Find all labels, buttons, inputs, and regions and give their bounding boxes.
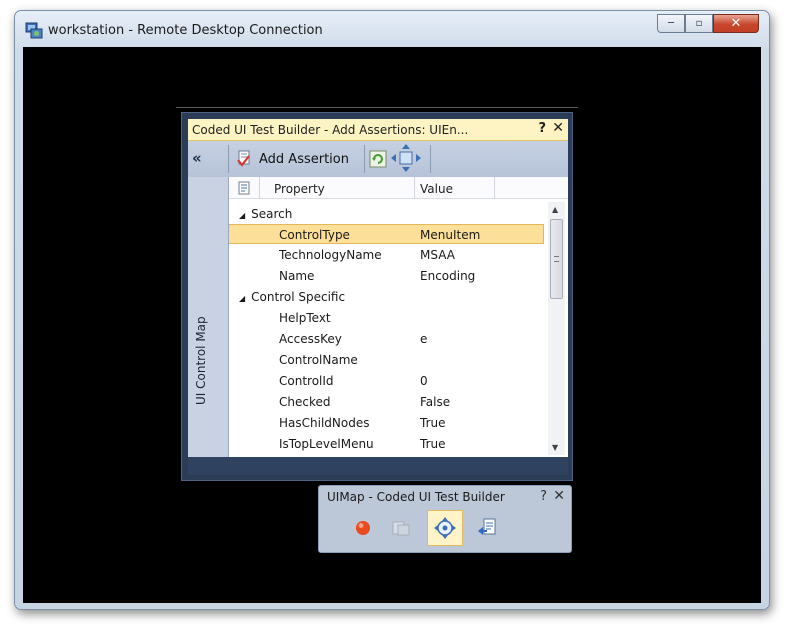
show-recorded-steps-button[interactable] <box>383 510 419 546</box>
remote-window-edge <box>176 107 578 108</box>
maximize-button[interactable]: ▫ <box>685 14 713 33</box>
property-grid: Property Value ◢ Search ControlType MenuI… <box>229 177 568 457</box>
property-name: Name <box>279 269 315 283</box>
property-name: ControlName <box>279 353 358 367</box>
property-name: HasChildNodes <box>279 416 370 430</box>
builder-title-bar[interactable]: Coded UI Test Builder - Add Assertions: … <box>188 119 568 141</box>
caption-buttons: ─ ▫ ✕ <box>657 14 759 33</box>
property-pages-icon[interactable] <box>237 181 251 195</box>
generate-code-button[interactable] <box>469 510 505 546</box>
category-label: Control Specific <box>251 290 346 304</box>
crosshair-move-icon[interactable] <box>390 143 422 173</box>
table-row[interactable]: AccessKey e <box>229 329 545 349</box>
category-header: ◢ Search <box>239 207 292 221</box>
window-title: workstation - Remote Desktop Connection <box>48 23 323 38</box>
ui-control-map-label: UI Control Map <box>194 316 208 405</box>
ui-control-map-tab[interactable]: UI Control Map <box>188 177 229 457</box>
collapse-map-button[interactable]: « <box>192 149 202 167</box>
builder-close-button[interactable]: ✕ <box>552 120 564 136</box>
help-button[interactable]: ? <box>538 121 546 136</box>
table-row[interactable]: ControlType MenuItem <box>229 224 544 244</box>
generate-code-icon <box>478 518 496 535</box>
toolbar-separator <box>430 145 431 173</box>
table-row[interactable]: HasChildNodes True <box>229 413 545 433</box>
category-row-search[interactable]: ◢ Search <box>229 204 545 224</box>
uimap-help-button[interactable]: ? <box>540 489 547 504</box>
property-value: e <box>420 332 428 346</box>
refresh-icon[interactable] <box>368 149 388 169</box>
property-name: ControlType <box>279 228 350 242</box>
column-divider <box>259 177 260 199</box>
property-name: AccessKey <box>279 332 342 346</box>
column-divider <box>494 177 495 199</box>
uimap-toolbar: UIMap - Coded UI Test Builder ? ✕ <box>318 485 572 553</box>
property-value: MenuItem <box>420 228 481 242</box>
property-name: ControlId <box>279 374 334 388</box>
property-name: IsTopLevelMenu <box>279 437 374 451</box>
column-header-value[interactable]: Value <box>420 182 453 196</box>
property-value: MSAA <box>420 248 455 262</box>
table-row[interactable]: TechnologyName MSAA <box>229 245 545 265</box>
grip-icon <box>554 256 559 262</box>
screen: workstation - Remote Desktop Connection … <box>0 0 788 630</box>
crosshair-icon <box>434 517 456 539</box>
column-header-property[interactable]: Property <box>274 182 325 196</box>
uimap-close-button[interactable]: ✕ <box>553 488 565 504</box>
property-grid-header: Property Value <box>229 177 568 199</box>
recorded-steps-icon <box>392 521 410 536</box>
uimap-title: UIMap - Coded UI Test Builder <box>327 490 505 504</box>
property-name: HelpText <box>279 311 331 325</box>
table-row[interactable]: HelpText <box>229 308 545 328</box>
category-header: ◢ Control Specific <box>239 290 345 304</box>
property-value: True <box>420 416 446 430</box>
toolbar-separator <box>364 145 365 173</box>
vertical-scrollbar[interactable]: ▲ ▼ <box>548 202 565 455</box>
property-value: Encoding <box>420 269 476 283</box>
close-button[interactable]: ✕ <box>713 14 759 33</box>
add-assertion-icon <box>237 150 250 167</box>
property-value: False <box>420 395 451 409</box>
table-row[interactable]: ControlName <box>229 350 545 370</box>
table-row[interactable]: IsTopLevelMenu True <box>229 434 545 454</box>
title-bar[interactable]: workstation - Remote Desktop Connection … <box>15 11 769 47</box>
property-value: True <box>420 437 446 451</box>
toolbar-separator <box>228 145 229 173</box>
builder-toolbar: « Add Assertion <box>188 141 568 177</box>
record-icon <box>356 521 370 535</box>
column-divider <box>414 177 415 199</box>
scrollbar-thumb[interactable] <box>550 219 563 299</box>
table-row[interactable]: Checked False <box>229 392 545 412</box>
minimize-button[interactable]: ─ <box>657 14 685 33</box>
expand-icon[interactable]: ◢ <box>239 211 245 220</box>
add-assertions-crosshair-button[interactable] <box>427 510 463 546</box>
builder-status-strip <box>188 457 568 475</box>
coded-ui-test-builder-panel: Coded UI Test Builder - Add Assertions: … <box>181 112 573 481</box>
remote-desktop-icon <box>25 22 43 39</box>
table-row[interactable]: Name Encoding <box>229 266 545 286</box>
record-button[interactable] <box>345 510 381 546</box>
expand-icon[interactable]: ◢ <box>239 294 245 303</box>
scroll-up-icon[interactable]: ▲ <box>552 205 558 214</box>
builder-title: Coded UI Test Builder - Add Assertions: … <box>192 123 469 137</box>
add-assertion-label: Add Assertion <box>259 151 349 167</box>
category-label: Search <box>251 207 293 221</box>
add-assertion-button[interactable]: Add Assertion <box>236 150 349 168</box>
category-row-control-specific[interactable]: ◢ Control Specific <box>229 287 545 307</box>
property-name: Checked <box>279 395 331 409</box>
table-row[interactable]: ControlId 0 <box>229 371 545 391</box>
property-value: 0 <box>420 374 428 388</box>
property-name: TechnologyName <box>279 248 382 262</box>
scroll-down-icon[interactable]: ▼ <box>552 443 558 452</box>
